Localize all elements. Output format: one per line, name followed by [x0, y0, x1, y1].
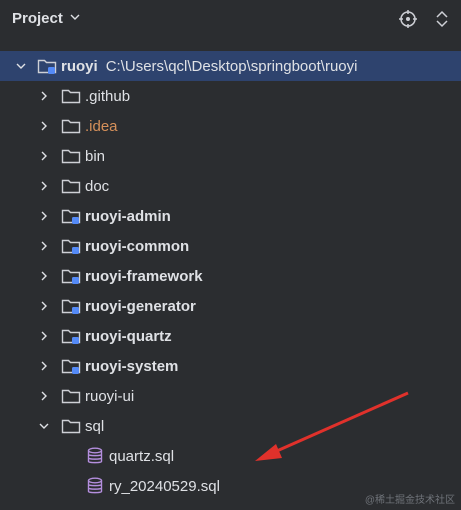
root-name: ruoyi	[61, 57, 98, 75]
module-folder-icon	[61, 267, 81, 285]
chevron-right-icon[interactable]	[37, 149, 51, 163]
module-folder-icon	[61, 327, 81, 345]
tree-item-ruoyi-ui[interactable]: ruoyi-ui	[0, 381, 461, 411]
chevron-right-icon[interactable]	[37, 89, 51, 103]
folder-icon	[61, 417, 81, 435]
module-folder-icon	[61, 237, 81, 255]
chevron-right-icon[interactable]	[37, 299, 51, 313]
chevron-right-icon[interactable]	[37, 239, 51, 253]
watermark: @稀土掘金技术社区	[364, 495, 455, 506]
folder-icon	[61, 87, 81, 105]
chevron-right-icon[interactable]	[37, 359, 51, 373]
folder-icon	[61, 117, 81, 135]
tree-item-label: ruoyi-framework	[85, 267, 203, 285]
tree-item-ruoyi-generator[interactable]: ruoyi-generator	[0, 291, 461, 321]
tree-item-github[interactable]: .github	[0, 81, 461, 111]
chevron-right-icon[interactable]	[37, 269, 51, 283]
tree-item-ruoyi-admin[interactable]: ruoyi-admin	[0, 201, 461, 231]
tree-root-row[interactable]: ruoyi C:\Users\qcl\Desktop\springboot\ruo…	[0, 51, 461, 81]
folder-icon	[61, 147, 81, 165]
tree-item-label: bin	[85, 147, 106, 165]
tree-item-label: .idea	[85, 117, 118, 135]
tree-item-label: .github	[85, 87, 131, 105]
panel-title: Project	[12, 10, 63, 27]
locate-icon[interactable]	[398, 9, 418, 29]
root-path: C:\Users\qcl\Desktop\springboot\ruoyi	[105, 57, 358, 75]
tree-item-idea[interactable]: .idea	[0, 111, 461, 141]
chevron-right-icon[interactable]	[37, 119, 51, 133]
tree-item-doc[interactable]: doc	[0, 171, 461, 201]
database-icon	[85, 447, 105, 465]
folder-icon	[61, 177, 81, 195]
tree-item-sql[interactable]: sql	[0, 411, 461, 441]
module-folder-icon	[61, 207, 81, 225]
tree-item-label: sql	[85, 417, 105, 435]
project-view-selector[interactable]: Project	[12, 10, 81, 27]
expand-collapse-icon[interactable]	[432, 9, 452, 29]
chevron-down-icon	[69, 10, 81, 27]
tree-item-label: quartz.sql	[109, 447, 175, 465]
chevron-right-icon[interactable]	[37, 329, 51, 343]
tree-item-ruoyi-quartz[interactable]: ruoyi-quartz	[0, 321, 461, 351]
tree-item-label: doc	[85, 177, 110, 195]
tree-item-bin[interactable]: bin	[0, 141, 461, 171]
tree-item-label: ruoyi-admin	[85, 207, 171, 225]
tree-item-ruoyi-system[interactable]: ruoyi-system	[0, 351, 461, 381]
module-folder-icon	[61, 297, 81, 315]
folder-icon	[61, 387, 81, 405]
tree-item-label: ruoyi-system	[85, 357, 179, 375]
tree-item-label: ruoyi-quartz	[85, 327, 172, 345]
chevron-down-icon[interactable]	[14, 59, 28, 73]
tree-item-label: ruoyi-common	[85, 237, 190, 255]
tree-item-ruoyi-common[interactable]: ruoyi-common	[0, 231, 461, 261]
tree-item-label: ruoyi-ui	[85, 387, 135, 405]
chevron-right-icon[interactable]	[37, 389, 51, 403]
module-folder-icon	[61, 357, 81, 375]
project-panel-header: Project	[0, 0, 461, 38]
tree-item-ruoyi-framework[interactable]: ruoyi-framework	[0, 261, 461, 291]
module-folder-icon	[37, 57, 57, 75]
chevron-right-icon[interactable]	[37, 179, 51, 193]
tree-item-label: ry_20240529.sql	[109, 477, 220, 495]
chevron-down-icon[interactable]	[37, 419, 51, 433]
tree-item-label: ruoyi-generator	[85, 297, 196, 315]
database-icon	[85, 477, 105, 495]
chevron-right-icon[interactable]	[37, 209, 51, 223]
tree-item-quartz-sql[interactable]: quartz.sql	[0, 441, 461, 471]
